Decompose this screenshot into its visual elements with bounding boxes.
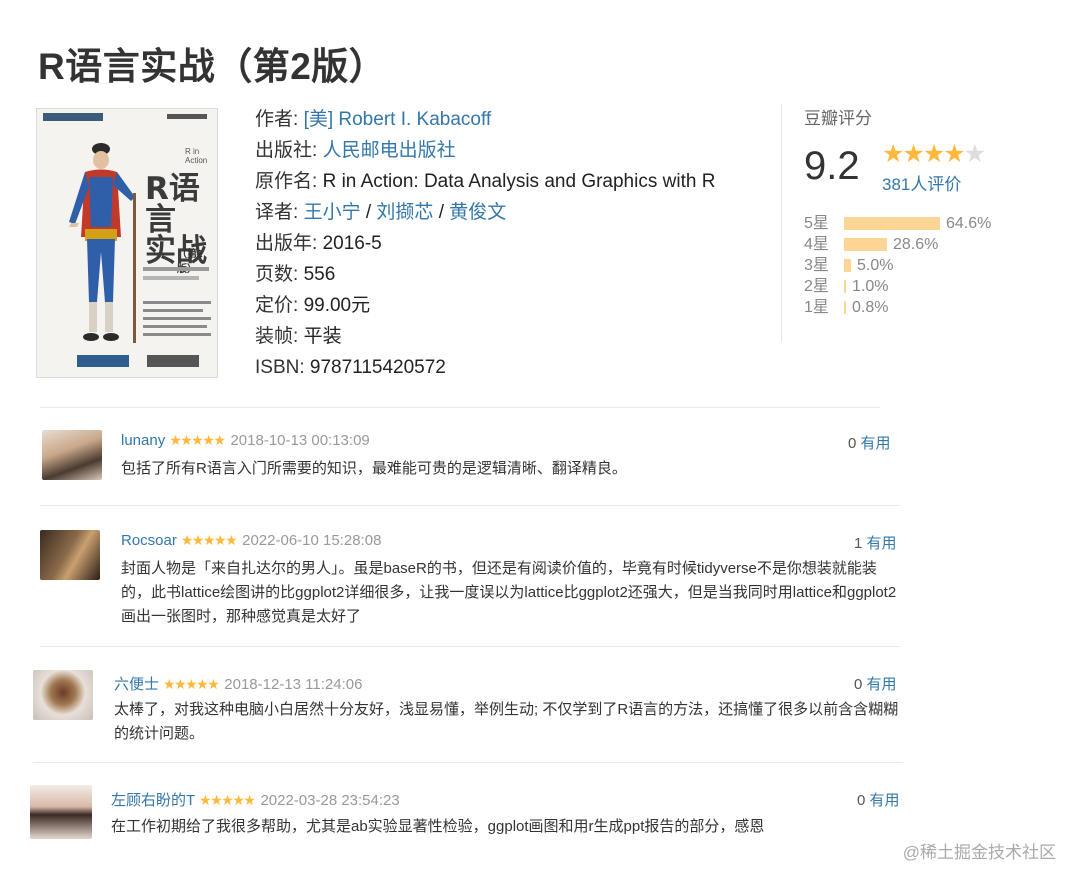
comment-user-link[interactable]: 六便士 [114, 676, 159, 693]
divider [40, 407, 880, 408]
page-title: R语言实战（第2版） [38, 46, 387, 87]
rating-count-link[interactable]: 381人评价 [882, 170, 961, 195]
divider [781, 104, 782, 342]
price-row: 定价: 99.00元 [255, 295, 371, 316]
rating-panel: 豆瓣评分 9.2 ★★★★★ 381人评价 [804, 104, 986, 194]
rating-row: 3星 5.0% [804, 257, 894, 274]
useful-vote: 1 有用 [854, 535, 897, 552]
year-row: 出版年: 2016-5 [255, 233, 382, 254]
comment-date: 2018-12-13 11:24:06 [224, 676, 363, 693]
comment-user-link[interactable]: Rocsoar [121, 532, 177, 549]
book-info: 作者: [美] Robert I. Kabacoff 出版社: 人民邮电出版社 … [255, 107, 715, 386]
original-title-row: 原作名: R in Action: Data Analysis and Grap… [255, 171, 716, 192]
binding: 平装 [303, 326, 342, 347]
translator-row: 译者: 王小宁 / 刘撷芯 / 黄俊文 [255, 202, 507, 223]
rating-bar [844, 280, 846, 294]
useful-vote: 0 有用 [857, 792, 900, 809]
comment-user-link[interactable]: lunany [121, 432, 165, 449]
avatar[interactable] [40, 530, 100, 580]
author-link[interactable]: [美] Robert I. Kabacoff [304, 109, 492, 130]
useful-button[interactable]: 有用 [861, 435, 891, 452]
watermark: @稀土掘金技术社区 [902, 843, 1056, 862]
divider [40, 505, 900, 506]
comment-text: 包括了所有R语言入门所需要的知识，最难能可贵的是逻辑清晰、翻译精良。 [121, 460, 627, 477]
rating-bar [844, 238, 887, 252]
comment-text: 封面人物是「来自扎达尔的男人」。虽是baseR的书，但还是有阅读价值的，毕竟有时… [121, 560, 897, 625]
comment-date: 2022-03-28 23:54:23 [260, 792, 400, 809]
useful-button[interactable]: 有用 [867, 676, 897, 693]
divider [40, 646, 900, 647]
book-cover-image[interactable]: R in Action R语言 实战 （第2版） [36, 108, 218, 378]
publisher-logo-2 [147, 355, 199, 367]
page-count: 556 [303, 264, 336, 285]
comment-stars-icon: ★★★★★ [199, 792, 256, 808]
publisher-row: 出版社: 人民邮电出版社 [255, 140, 456, 161]
rating-score: 9.2 [804, 144, 860, 188]
avatar[interactable] [30, 785, 92, 839]
translator-link[interactable]: 刘撷芯 [376, 202, 433, 223]
rating-distribution: 5星 64.6% 4星 28.6% 3星 5.0% 2星 1.0% 1星 0.8% [804, 213, 991, 318]
comment-stars-icon: ★★★★★ [180, 532, 238, 548]
rating-label: 豆瓣评分 [804, 109, 872, 128]
comment-date: 2022-06-10 15:28:08 [242, 532, 382, 549]
comment-stars-icon: ★★★★★ [169, 432, 226, 448]
avatar[interactable] [42, 430, 102, 480]
series-logo [43, 113, 103, 121]
rating-bar [844, 259, 851, 273]
pages-row: 页数: 556 [255, 264, 336, 285]
divider [33, 762, 903, 763]
rating-bar [844, 217, 940, 231]
useful-vote: 0 有用 [854, 676, 897, 693]
comment-text: 太棒了，对我这种电脑小白居然十分友好，浅显易懂，举例生动; 不仅学到了R语言的方… [114, 701, 899, 742]
avatar[interactable] [33, 670, 93, 720]
rating-row: 5星 64.6% [804, 215, 992, 232]
useful-vote: 0 有用 [848, 435, 891, 452]
comment-user-link[interactable]: 左顾右盼的T [111, 792, 195, 809]
rating-bar [844, 301, 846, 315]
cover-english-title: R in Action [185, 147, 208, 165]
rating-row: 2星 1.0% [804, 278, 889, 295]
binding-row: 装帧: 平装 [255, 326, 342, 347]
useful-button[interactable]: 有用 [867, 535, 897, 552]
publish-year: 2016-5 [322, 233, 382, 254]
isbn: 9787115420572 [309, 357, 446, 378]
publisher-logo [77, 355, 129, 367]
rating-row: 4星 28.6% [804, 236, 939, 253]
comment-stars-icon: ★★★★★ [163, 676, 220, 692]
author-row: 作者: [美] Robert I. Kabacoff [255, 109, 492, 130]
cover-figure-illustration [69, 143, 136, 343]
publisher-link[interactable]: 人民邮电出版社 [323, 140, 456, 161]
isbn-row: ISBN: 9787115420572 [255, 357, 446, 378]
rating-stars-icon: ★★★★★ [882, 140, 986, 168]
rating-row: 1星 0.8% [804, 299, 889, 316]
translator-link[interactable]: 王小宁 [304, 202, 361, 223]
useful-button[interactable]: 有用 [870, 792, 900, 809]
price: 99.00元 [303, 295, 371, 316]
translator-link[interactable]: 黄俊文 [449, 202, 506, 223]
comment-text: 在工作初期给了我很多帮助，尤其是ab实验显著性检验，ggplot画图和用r生成p… [111, 818, 765, 835]
original-title: R in Action: Data Analysis and Graphics … [322, 171, 716, 192]
comment-date: 2018-10-13 00:13:09 [230, 432, 370, 449]
